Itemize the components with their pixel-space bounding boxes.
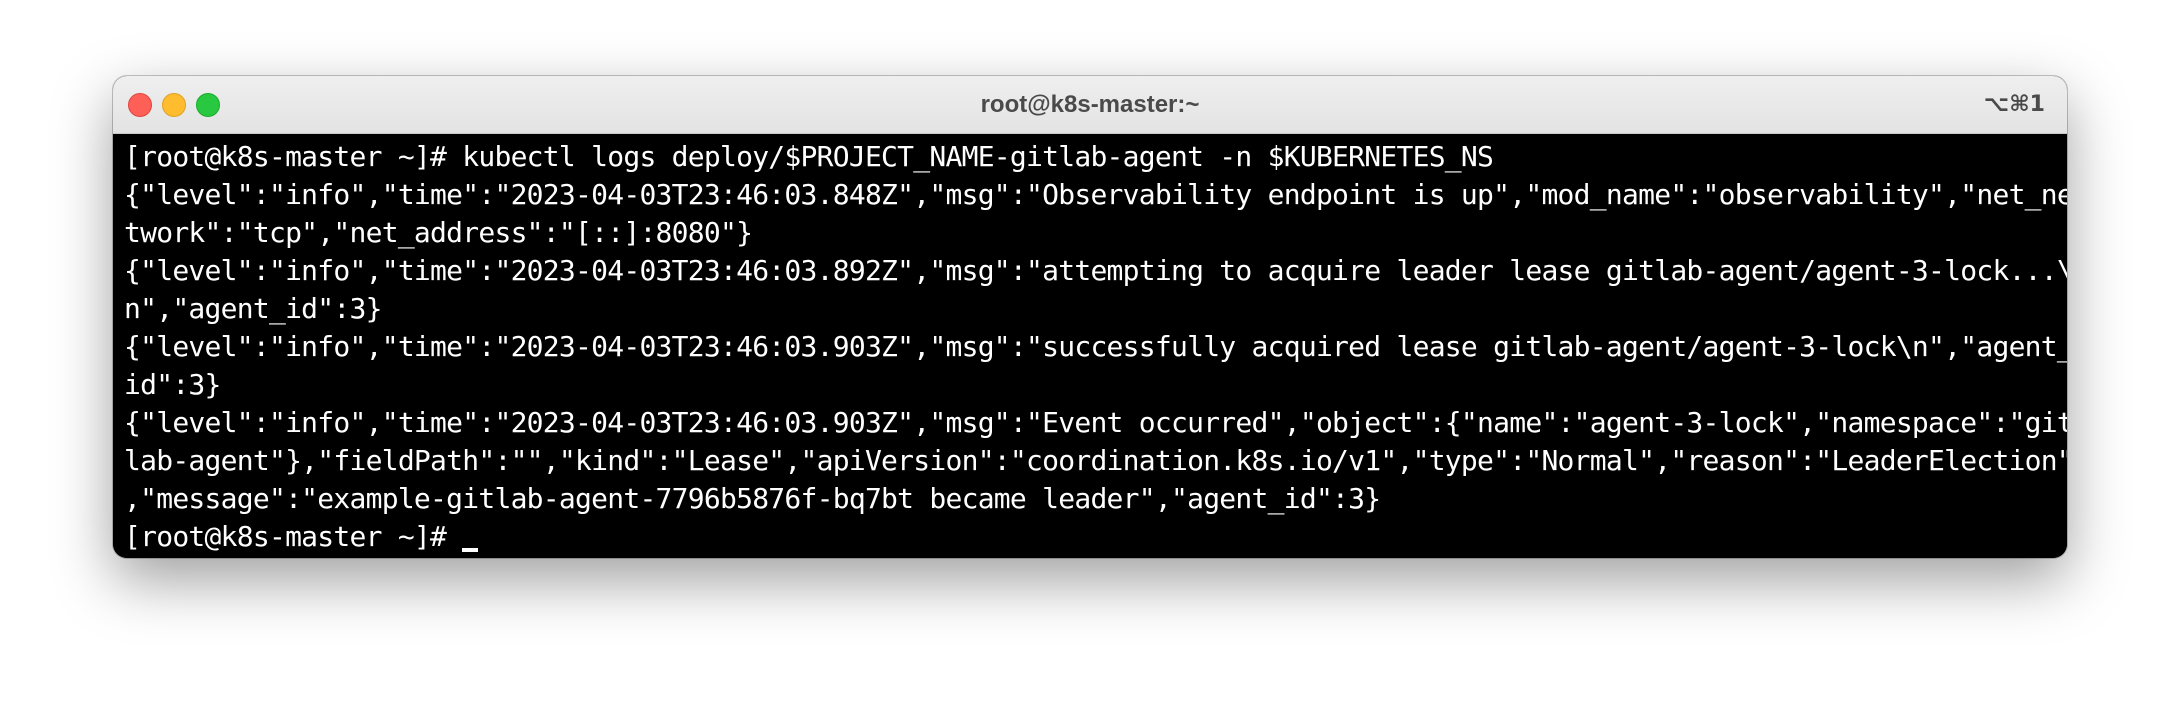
title-bar[interactable]: root@k8s-master:~ ⌥⌘1 [113,76,2067,134]
terminal-line: {"level":"info","time":"2023-04-03T23:46… [124,254,2067,287]
tab-shortcut-label: ⌥⌘1 [1983,92,2045,117]
terminal-line: ,"message":"example-gitlab-agent-7796b58… [124,482,1381,515]
terminal-line: [root@k8s-master ~]# kubectl logs deploy… [124,140,1494,173]
terminal-line: lab-agent"},"fieldPath":"","kind":"Lease… [124,444,2067,477]
prompt-line[interactable]: [root@k8s-master ~]# [124,518,2057,556]
terminal-line: twork":"tcp","net_address":"[::]:8080"} [124,216,753,249]
terminal-line: id":3} [124,368,221,401]
terminal-line: {"level":"info","time":"2023-04-03T23:46… [124,330,2067,363]
terminal-output[interactable]: [root@k8s-master ~]# kubectl logs deploy… [113,134,2067,558]
terminal-line: n","agent_id":3} [124,292,382,325]
terminal-line: {"level":"info","time":"2023-04-03T23:46… [124,178,2067,211]
terminal-window: root@k8s-master:~ ⌥⌘1 [root@k8s-master ~… [113,76,2067,558]
window-title: root@k8s-master:~ [980,91,1200,118]
shell-prompt: [root@k8s-master ~]# [124,520,447,553]
text-cursor [462,548,479,552]
terminal-line: {"level":"info","time":"2023-04-03T23:46… [124,406,2067,439]
